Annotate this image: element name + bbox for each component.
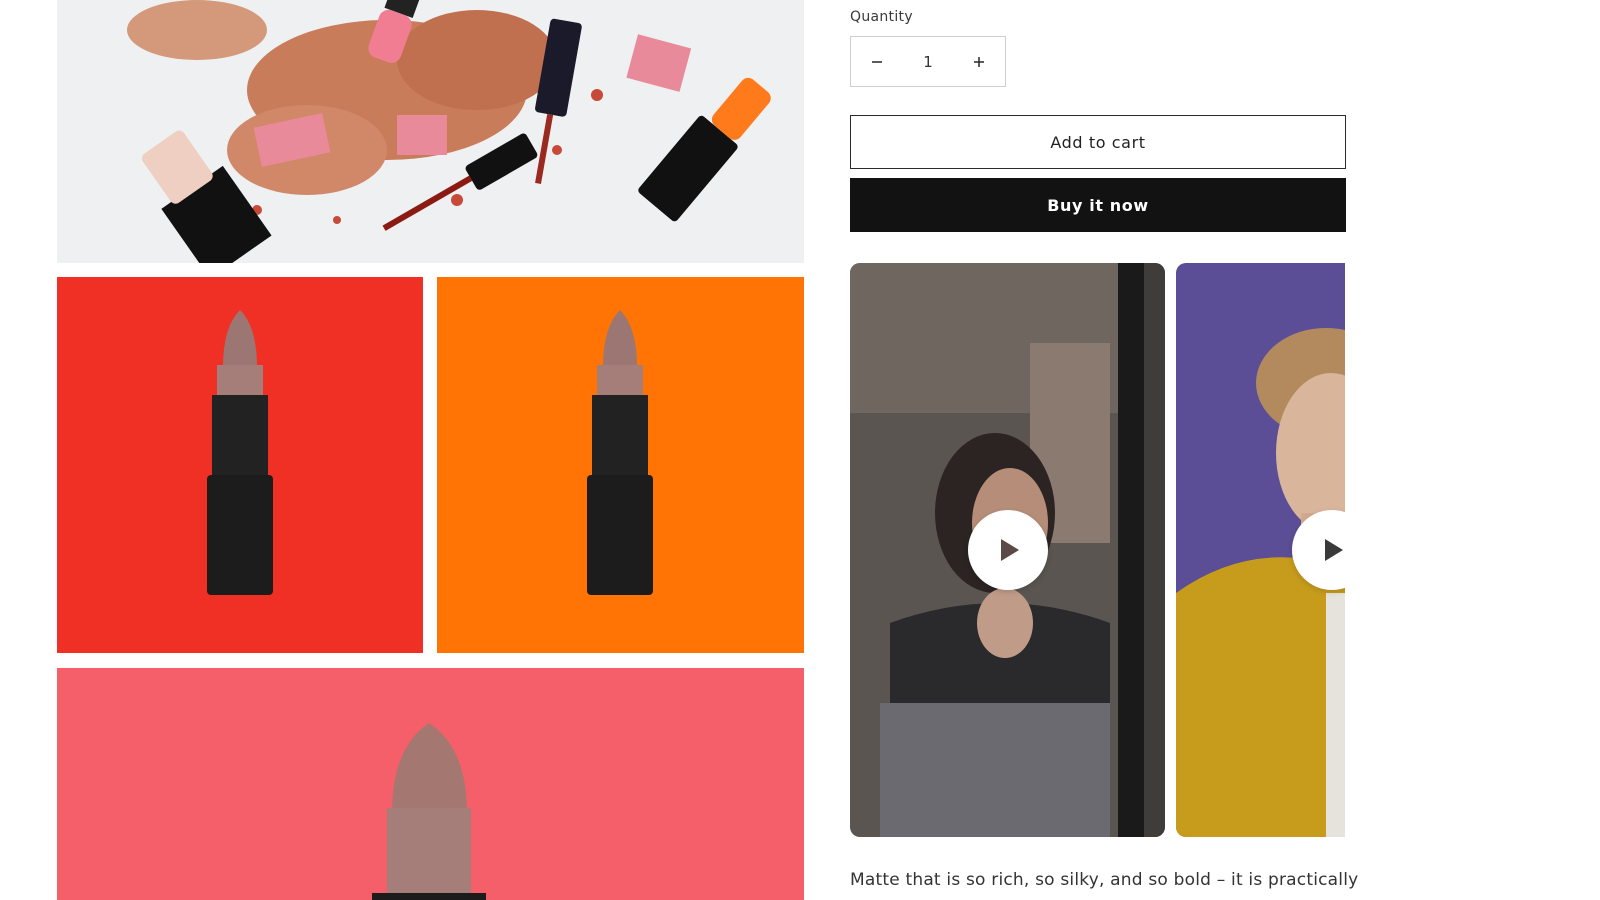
quantity-label: Quantity (850, 9, 913, 25)
quantity-increase-button[interactable] (953, 37, 1005, 86)
play-icon (1001, 539, 1019, 561)
buy-it-now-button[interactable]: Buy it now (850, 178, 1346, 232)
video-card-yellow-jacket[interactable] (1176, 263, 1345, 837)
play-button[interactable] (968, 510, 1048, 590)
product-image-orange[interactable] (437, 277, 804, 653)
video-carousel[interactable] (850, 263, 1345, 838)
add-to-cart-button[interactable]: Add to cart (850, 115, 1346, 169)
product-description: Matte that is so rich, so silky, and so … (850, 870, 1359, 890)
flatlay-illustration (57, 0, 804, 263)
product-image-coral[interactable] (57, 668, 804, 900)
lipstick-red-illustration (57, 277, 423, 653)
quantity-decrease-button[interactable] (851, 37, 903, 86)
play-icon (1325, 539, 1343, 561)
quantity-input[interactable]: 1 (923, 53, 933, 71)
quantity-stepper[interactable]: 1 (850, 36, 1006, 87)
product-image-red[interactable] (57, 277, 423, 653)
product-image-flatlay[interactable] (57, 0, 804, 263)
lipstick-orange-illustration (437, 277, 804, 653)
minus-icon (872, 60, 882, 63)
plus-icon (973, 56, 984, 67)
video-card-makeup-mirror[interactable] (850, 263, 1165, 837)
lipstick-coral-illustration (57, 668, 804, 900)
